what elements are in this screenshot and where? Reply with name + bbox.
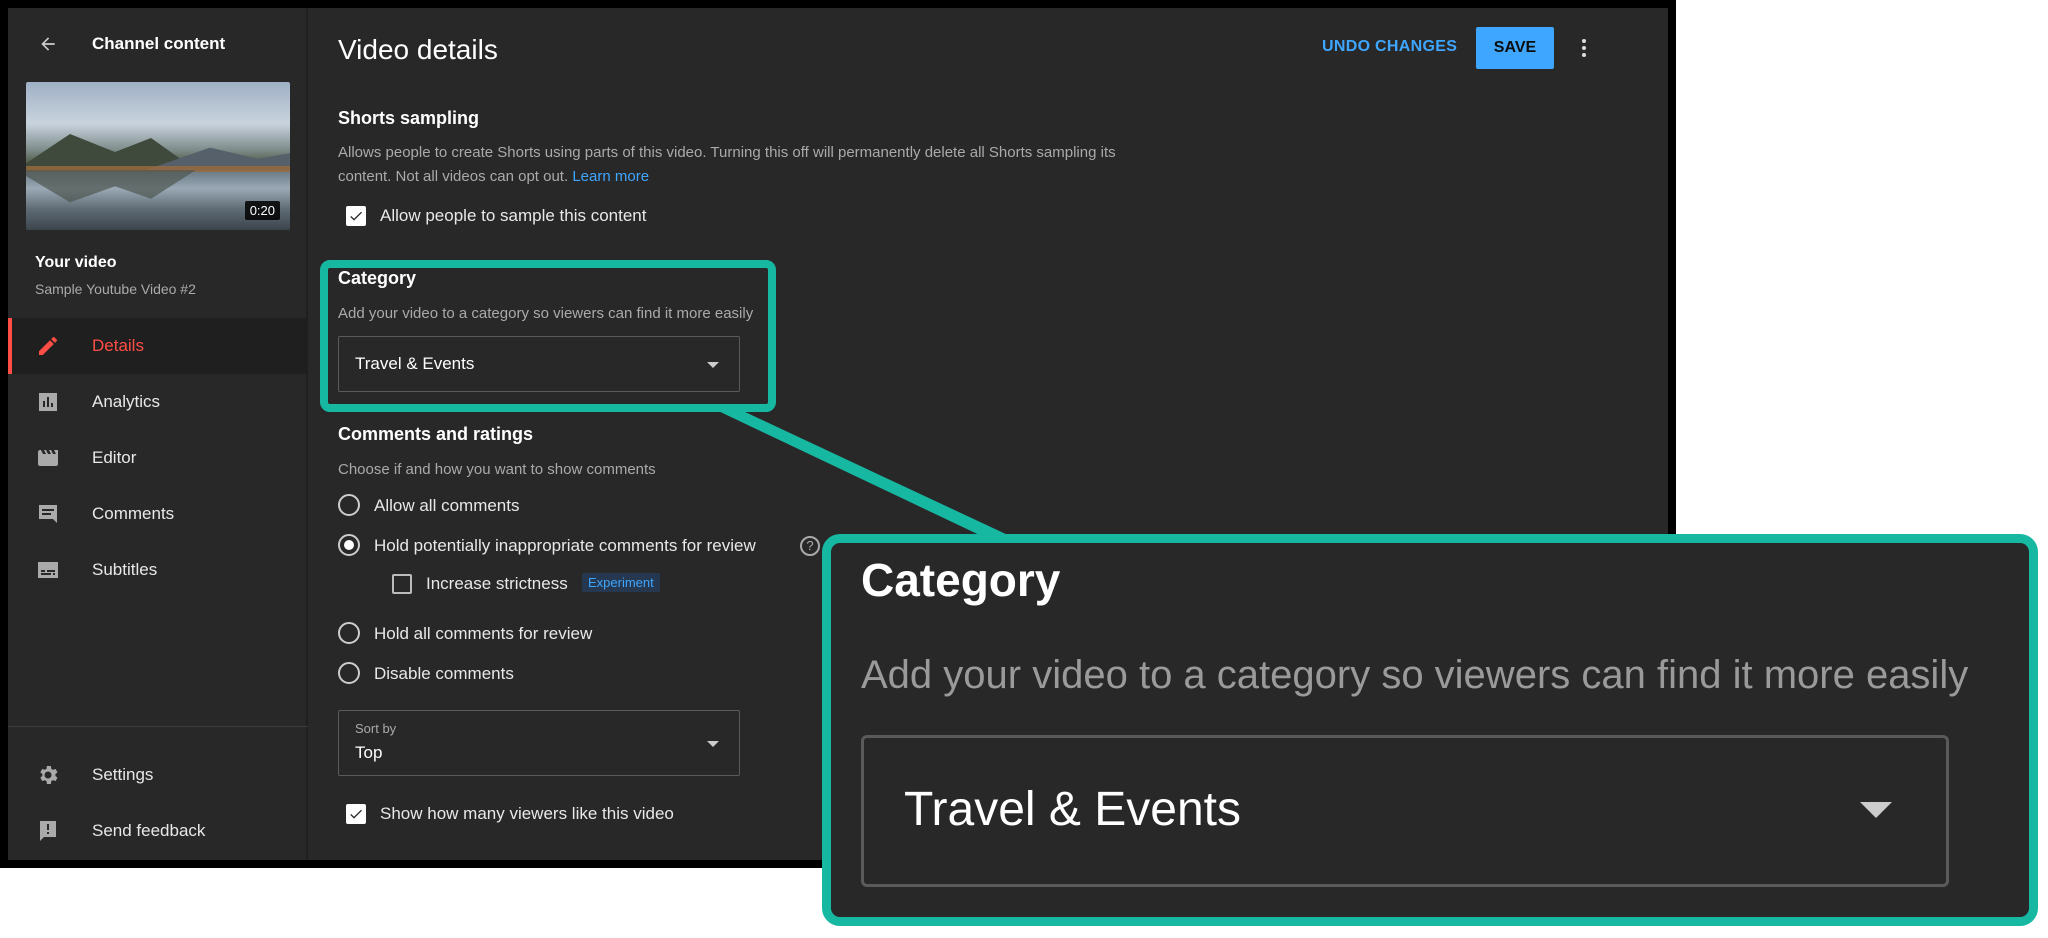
radio-allow-all-comments[interactable] xyxy=(338,494,360,516)
dropdown-arrow-icon xyxy=(707,741,719,747)
category-highlight-box xyxy=(320,260,776,412)
checkmark-icon xyxy=(350,211,362,221)
sidebar-divider xyxy=(8,726,308,727)
sort-by-value: Top xyxy=(355,743,383,762)
sidebar-item-label: Send feedback xyxy=(92,821,206,840)
sort-by-label: Sort by xyxy=(355,721,397,736)
video-duration: 0:20 xyxy=(244,201,280,220)
category-zoom-callout: Category Add your video to a category so… xyxy=(822,534,2038,926)
comment-icon xyxy=(39,505,57,523)
shorts-sampling-title: Shorts sampling xyxy=(338,108,480,128)
show-likes-checkbox[interactable] xyxy=(346,804,366,824)
sidebar-item-label: Details xyxy=(92,336,144,355)
allow-sampling-label: Allow people to sample this content xyxy=(380,206,647,225)
sidebar-nav: Details Analytics Editor Comments Subtit… xyxy=(8,318,308,598)
analytics-icon xyxy=(39,393,57,411)
increase-strictness-checkbox[interactable] xyxy=(392,574,412,594)
show-likes-label: Show how many viewers like this video xyxy=(380,804,674,823)
sidebar: Channel content 0:20 Your video Sample Y… xyxy=(8,8,308,860)
more-options-icon[interactable] xyxy=(1572,36,1596,60)
save-button[interactable]: SAVE xyxy=(1476,27,1554,69)
sidebar-item-subtitles[interactable]: Subtitles xyxy=(8,542,308,598)
radio-hold-all[interactable] xyxy=(338,622,360,644)
radio-hold-inappropriate[interactable] xyxy=(338,534,360,556)
video-title: Sample Youtube Video #2 xyxy=(35,281,196,297)
sidebar-item-analytics[interactable]: Analytics xyxy=(8,374,308,430)
pencil-icon xyxy=(39,337,57,355)
sidebar-item-label: Editor xyxy=(92,448,137,467)
radio-disable-comments[interactable] xyxy=(338,662,360,684)
clapper-icon xyxy=(38,450,58,466)
radio-label: Hold potentially inappropriate comments … xyxy=(374,536,756,555)
radio-label: Disable comments xyxy=(374,664,514,683)
page-title: Video details xyxy=(338,34,498,65)
gear-icon xyxy=(40,766,58,784)
sidebar-item-settings[interactable]: Settings xyxy=(8,747,308,803)
feedback-icon xyxy=(40,821,56,841)
sidebar-item-comments[interactable]: Comments xyxy=(8,486,308,542)
back-arrow-icon[interactable] xyxy=(38,34,58,54)
sidebar-item-details[interactable]: Details xyxy=(8,318,308,374)
your-video-label: Your video xyxy=(35,254,117,271)
increase-strictness-label: Increase strictness xyxy=(426,574,568,593)
radio-label: Allow all comments xyxy=(374,496,520,515)
sort-by-select[interactable]: Sort by Top xyxy=(338,710,740,776)
sidebar-item-editor[interactable]: Editor xyxy=(8,430,308,486)
zoom-category-description: Add your video to a category so viewers … xyxy=(861,653,1969,697)
sidebar-item-label: Subtitles xyxy=(92,560,158,579)
help-icon[interactable]: ? xyxy=(800,536,820,556)
experiment-badge: Experiment xyxy=(582,573,660,592)
shorts-sampling-description: Allows people to create Shorts using par… xyxy=(338,144,1116,185)
comments-ratings-title: Comments and ratings xyxy=(338,424,534,444)
radio-label: Hold all comments for review xyxy=(374,624,593,643)
sidebar-item-label: Comments xyxy=(92,504,175,523)
comments-ratings-description: Choose if and how you want to show comme… xyxy=(338,461,656,478)
learn-more-link[interactable]: Learn more xyxy=(572,168,649,185)
zoom-category-select: Travel & Events xyxy=(861,735,1949,887)
video-thumbnail[interactable]: 0:20 xyxy=(26,82,290,230)
checkmark-icon xyxy=(350,809,362,819)
sidebar-item-send-feedback[interactable]: Send feedback xyxy=(8,803,308,859)
zoom-dropdown-arrow-icon xyxy=(1860,802,1892,818)
allow-sampling-checkbox[interactable] xyxy=(346,206,366,226)
undo-changes-button[interactable]: UNDO CHANGES xyxy=(1322,38,1457,56)
sidebar-item-label: Settings xyxy=(92,765,154,784)
subtitles-icon xyxy=(38,562,58,578)
sidebar-item-label: Analytics xyxy=(92,392,161,411)
channel-content-title[interactable]: Channel content xyxy=(92,34,225,54)
zoom-category-title: Category xyxy=(861,554,1061,606)
zoom-category-selected-value: Travel & Events xyxy=(904,783,1242,836)
